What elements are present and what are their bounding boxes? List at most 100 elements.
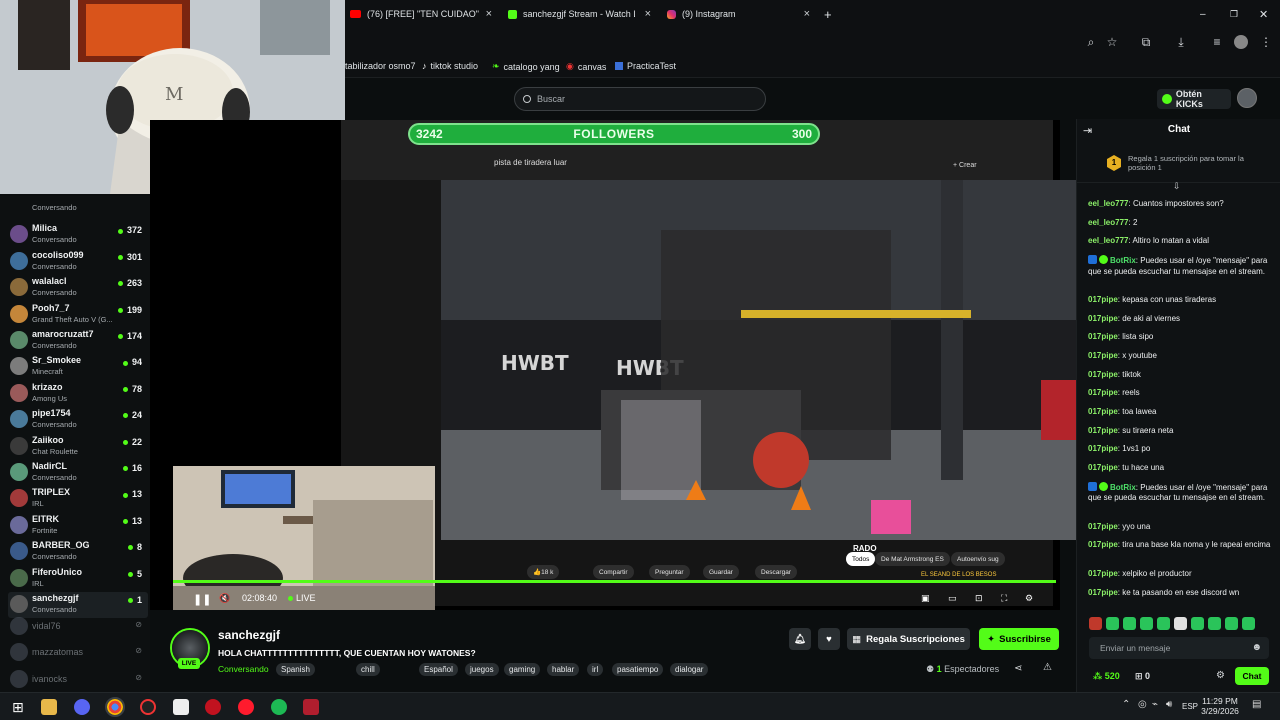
sidebar-channel-item[interactable]: TRIPLEX IRL 13 (8, 486, 148, 512)
sidebar-channel-item[interactable]: FiferoUnico IRL 5 (8, 566, 148, 592)
emote-icon[interactable] (1123, 617, 1136, 630)
app-icon[interactable] (303, 699, 319, 715)
search-input[interactable]: Buscar (514, 87, 766, 111)
channel-points[interactable]: ⁂ 520 (1093, 671, 1120, 682)
opera-icon[interactable] (238, 699, 254, 715)
zoom-icon[interactable]: ⌕ (1084, 35, 1098, 49)
extensions-icon[interactable]: ⧉ (1139, 35, 1153, 49)
sidebar-channel-item[interactable]: EITRK Fortnite 13 (8, 513, 148, 539)
bookmark-item[interactable]: PracticaTest (615, 61, 676, 71)
slots-counter[interactable]: ⊞ 0 (1135, 671, 1150, 682)
restore-icon[interactable]: ❐ (1230, 5, 1238, 23)
stream-tag[interactable]: dialogar (670, 663, 709, 676)
notifications-icon[interactable]: ▤ (1252, 699, 1268, 715)
report-icon[interactable]: ⚠ (1043, 662, 1052, 673)
windows-start-icon[interactable]: ⊞ (12, 699, 28, 715)
chat-username[interactable]: 017pipe (1088, 588, 1118, 597)
emote-icon[interactable] (1174, 617, 1187, 630)
system-clock[interactable]: 11:29 PM 3/29/2026 (1196, 696, 1244, 716)
download-icon[interactable]: ⤓ (1174, 35, 1188, 49)
chat-username[interactable]: BotRix (1110, 483, 1136, 492)
chat-username[interactable]: 017pipe (1088, 540, 1118, 549)
chat-username[interactable]: 017pipe (1088, 426, 1118, 435)
sidebar-channel-item[interactable]: NadirCL Conversando 16 (8, 460, 148, 486)
close-window-icon[interactable]: ✕ (1259, 5, 1268, 23)
stream-tag[interactable]: Español (419, 663, 458, 676)
stream-tag[interactable]: chill (356, 663, 380, 676)
discord-icon[interactable] (74, 699, 90, 715)
bookmark-item[interactable]: ❧ catalogo yang (492, 61, 560, 72)
profile-icon[interactable] (1234, 35, 1248, 49)
send-chat-button[interactable]: Chat (1235, 667, 1269, 685)
playback-progress-bar[interactable] (173, 580, 1056, 583)
chat-username[interactable]: BotRix (1110, 256, 1136, 265)
chat-username[interactable]: 017pipe (1088, 370, 1118, 379)
pause-icon[interactable]: ❚❚ (193, 593, 211, 606)
pip-toggle-icon[interactable]: ▣ (921, 593, 930, 604)
emote-icon[interactable] (1191, 617, 1204, 630)
obs-icon[interactable] (140, 699, 156, 715)
chat-username[interactable]: eel_leo777 (1088, 218, 1128, 227)
chat-username[interactable]: eel_leo777 (1088, 199, 1128, 208)
emote-icon[interactable] (1242, 617, 1255, 630)
sidebar-channel-item[interactable]: Sr_Smokee Minecraft 94 (8, 354, 148, 380)
share-icon[interactable]: ⋖ (1014, 663, 1022, 674)
chat-username[interactable]: 017pipe (1088, 444, 1118, 453)
sidebar-channel-item[interactable]: pipe1754 Conversando 24 (8, 407, 148, 433)
chat-username[interactable]: 017pipe (1088, 522, 1118, 531)
media-icon[interactable]: ≡ (1210, 35, 1224, 49)
bookmark-item[interactable]: tabilizador osmo7 (345, 61, 416, 71)
avatar[interactable] (1237, 88, 1257, 108)
sidebar-channel-item[interactable]: Pooh7_7 Grand Theft Auto V (G... 199 (8, 302, 148, 328)
stream-tag[interactable]: juegos (465, 663, 499, 676)
bookmark-item[interactable]: ◉ canvas (566, 61, 606, 72)
star-icon[interactable]: ☆ (1105, 35, 1119, 49)
gift-subs-button[interactable]: ▦ Regala Suscripciones (847, 628, 970, 650)
settings-icon[interactable]: ⚙ (1025, 593, 1033, 604)
close-tab-icon[interactable]: × (486, 8, 492, 20)
gift-leaderboard[interactable]: 1 Regala 1 suscripción para tomar la pos… (1077, 149, 1280, 183)
game-launcher-icon[interactable] (205, 699, 221, 715)
chrome-icon[interactable] (105, 697, 125, 717)
tray-icon[interactable]: ⌃ (1122, 699, 1138, 715)
chat-username[interactable]: 017pipe (1088, 463, 1118, 472)
follow-heart-button[interactable]: ♥ (818, 628, 840, 650)
sidebar-offline-channel[interactable]: mazzatomas ⊘ (8, 640, 148, 666)
stream-tag[interactable]: gaming (504, 663, 541, 676)
menu-dots-icon[interactable]: ⋮ (1259, 35, 1273, 49)
chat-input[interactable]: Enviar un mensaje ☻ (1089, 637, 1269, 659)
minimize-icon[interactable]: – (1200, 5, 1206, 23)
emote-icon[interactable] (1140, 617, 1153, 630)
sidebar-channel-item[interactable]: walalacl Conversando 263 (8, 275, 148, 301)
chat-username[interactable]: 017pipe (1088, 314, 1118, 323)
emote-icon[interactable] (1225, 617, 1238, 630)
sidebar-channel-item[interactable]: amarocruzatt7 Conversando 174 (8, 328, 148, 354)
channel-name[interactable]: sanchezgjf (218, 628, 280, 642)
get-kicks-button[interactable]: Obtén KICKs (1157, 89, 1231, 109)
new-tab-button[interactable]: + (824, 5, 832, 23)
sidebar-offline-channel[interactable]: vidal76 ⊘ (8, 614, 148, 640)
sidebar-channel-item[interactable]: krizazo Among Us 78 (8, 381, 148, 407)
notification-bell-button[interactable]: 🔔︎ (789, 628, 811, 650)
close-tab-icon[interactable]: × (645, 8, 651, 20)
stream-tag[interactable]: pasatiempo (612, 663, 664, 676)
emote-icon[interactable] (1089, 617, 1102, 630)
pinned-expand-icon[interactable]: ⇩ (1173, 181, 1181, 192)
chat-username[interactable]: 017pipe (1088, 407, 1118, 416)
stream-category[interactable]: Conversando (218, 664, 269, 674)
sidebar-offline-channel[interactable]: ivanocks ⊘ (8, 667, 148, 693)
chat-username[interactable]: 017pipe (1088, 332, 1118, 341)
mute-icon[interactable]: 🔇 (219, 593, 230, 604)
emote-icon[interactable] (1208, 617, 1221, 630)
video-player[interactable]: pista de tiradera luar + Crear HWBT HWBT (150, 120, 1081, 610)
chat-username[interactable]: 017pipe (1088, 388, 1118, 397)
file-explorer-icon[interactable] (41, 699, 57, 715)
chat-username[interactable]: 017pipe (1088, 295, 1118, 304)
stream-tag[interactable]: hablar (547, 663, 580, 676)
subscribe-button[interactable]: ✦ Suscribirse (979, 628, 1059, 650)
emote-icon[interactable] (1106, 617, 1119, 630)
fullscreen-icon[interactable]: ⛶ (1001, 593, 1007, 604)
sidebar-channel-item[interactable]: cocoliso099 Conversando 301 (8, 249, 148, 275)
emote-icon[interactable] (1157, 617, 1170, 630)
emoji-icon[interactable]: ☻ (1251, 637, 1262, 659)
